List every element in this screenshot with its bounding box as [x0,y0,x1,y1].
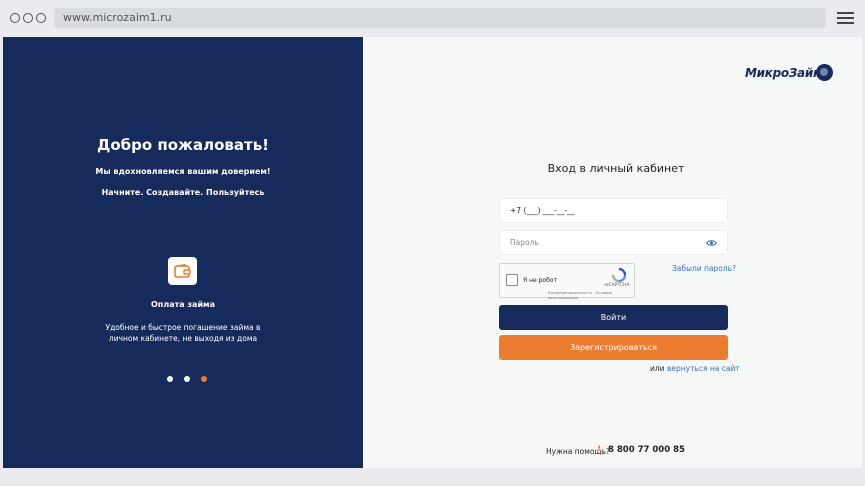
welcome-subtitle: Мы вдохновляемся вашим доверием! [95,167,271,176]
login-panel: МикроЗайм Вход в личный кабинет +7 (___)… [363,37,862,468]
recaptcha-label: Я не робот [523,277,557,284]
login-button[interactable]: Войти [499,305,728,330]
register-button[interactable]: Зарегистрироваться [499,335,728,360]
hamburger-menu-icon[interactable] [837,12,854,24]
welcome-title: Добро пожаловать! [96,136,270,154]
globe-icon [816,64,833,81]
brand-logo[interactable]: МикроЗайм [745,64,835,84]
eye-icon[interactable] [706,239,717,247]
back-prefix: или [650,364,665,373]
back-to-site-link[interactable]: вернуться на сайт [667,364,740,373]
recaptcha-brand: reCAPTCHA [604,283,630,288]
address-bar[interactable]: www.microzaim1.ru [54,8,826,28]
browser-window: www.microzaim1.ru Добро пожаловать! Мы в… [0,0,865,486]
phone-input[interactable]: +7 (___) ___-__-__ [499,198,728,223]
back-to-site: или вернуться на сайт [650,364,740,373]
welcome-tagline: Начните. Создавайте. Пользуйтесь [101,188,265,197]
feature-title: Оплата займа [151,300,215,309]
feature-icon-box [168,257,197,285]
window-dot-icon[interactable] [23,13,33,23]
recaptcha-links[interactable]: Конфиденциальность - Условия использован… [548,290,634,300]
phone-icon [598,445,605,453]
welcome-panel: Добро пожаловать! Мы вдохновляемся вашим… [3,37,363,468]
password-placeholder: Пароль [510,238,539,247]
wallet-icon [174,264,191,278]
pager-dot[interactable] [167,376,173,382]
login-form-title: Вход в личный кабинет [547,162,685,175]
phone-input-value: +7 (___) ___-__-__ [510,206,575,215]
forgot-password-link[interactable]: Забыли пароль? [672,264,736,273]
recaptcha-widget: Я не робот reCAPTCHA Конфиденциальность … [499,263,635,300]
recaptcha-checkbox[interactable] [506,274,518,286]
help-phone[interactable]: 8 800 77 000 85 [598,445,685,455]
feature-description: Удобное и быстрое погашение займа в личн… [105,323,261,343]
address-bar-url: www.microzaim1.ru [63,11,172,24]
carousel-pager [167,367,213,382]
window-dot-icon[interactable] [10,13,20,23]
brand-logo-text: МикроЗайм [745,66,823,80]
password-input[interactable]: Пароль [499,230,728,255]
recaptcha-logo-icon [612,268,626,282]
pager-dot-active[interactable] [201,376,208,382]
browser-toolbar: www.microzaim1.ru [0,0,865,36]
window-dot-icon[interactable] [36,13,46,23]
pager-dot[interactable] [184,376,191,382]
